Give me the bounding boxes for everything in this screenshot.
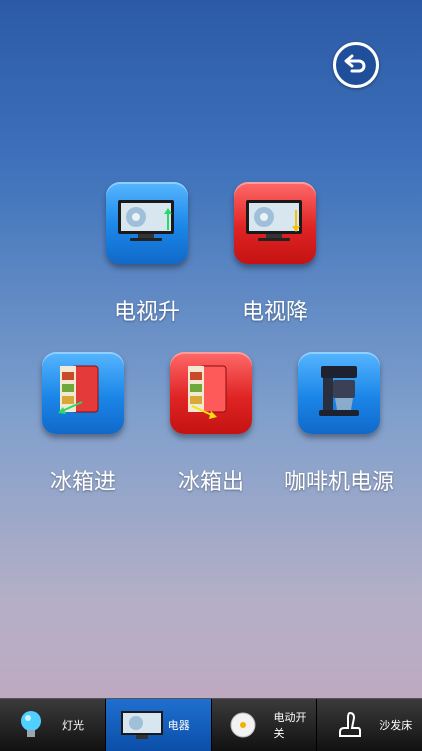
fridge-in-button[interactable] [42,352,124,434]
tv-icon [120,708,164,742]
fridge-out-button[interactable] [170,352,252,434]
nav-label-lights: 灯光 [62,719,84,732]
tv-up-button[interactable] [106,182,188,264]
back-button[interactable] [333,42,379,88]
coffee-machine-icon [309,360,369,426]
nav-label-power-switch: 电动开关 [273,711,307,740]
nav-label-sofa-bed: 沙发床 [379,719,413,732]
nav-label-appliances: 电器 [167,719,190,732]
tv-down-icon [242,196,308,250]
sofa-bed-icon [331,708,365,742]
tv-down-button[interactable] [234,182,316,264]
tv-up-icon [114,196,180,250]
nav-item-power-switch[interactable]: 电动开关 [212,699,318,751]
coffee-machine-power-button[interactable] [298,352,380,434]
light-bulb-icon [14,708,48,742]
fridge-in-label: 冰箱进 [49,470,116,495]
fridge-out-label: 冰箱出 [177,470,244,495]
fridge-in-icon [50,360,116,426]
tv-up-label: 电视升 [113,300,180,325]
bottom-nav: 灯光 电器 电动开关 沙发床 [0,698,422,751]
switch-icon [226,708,260,742]
nav-item-appliances[interactable]: 电器 [105,699,212,751]
nav-item-sofa-bed[interactable]: 沙发床 [317,699,422,751]
nav-item-lights[interactable]: 灯光 [0,699,106,751]
fridge-out-icon [178,360,244,426]
coffee-machine-power-label: 咖啡机电源 [283,470,394,495]
back-arrow-icon [343,50,369,80]
tv-down-label: 电视降 [241,300,308,325]
